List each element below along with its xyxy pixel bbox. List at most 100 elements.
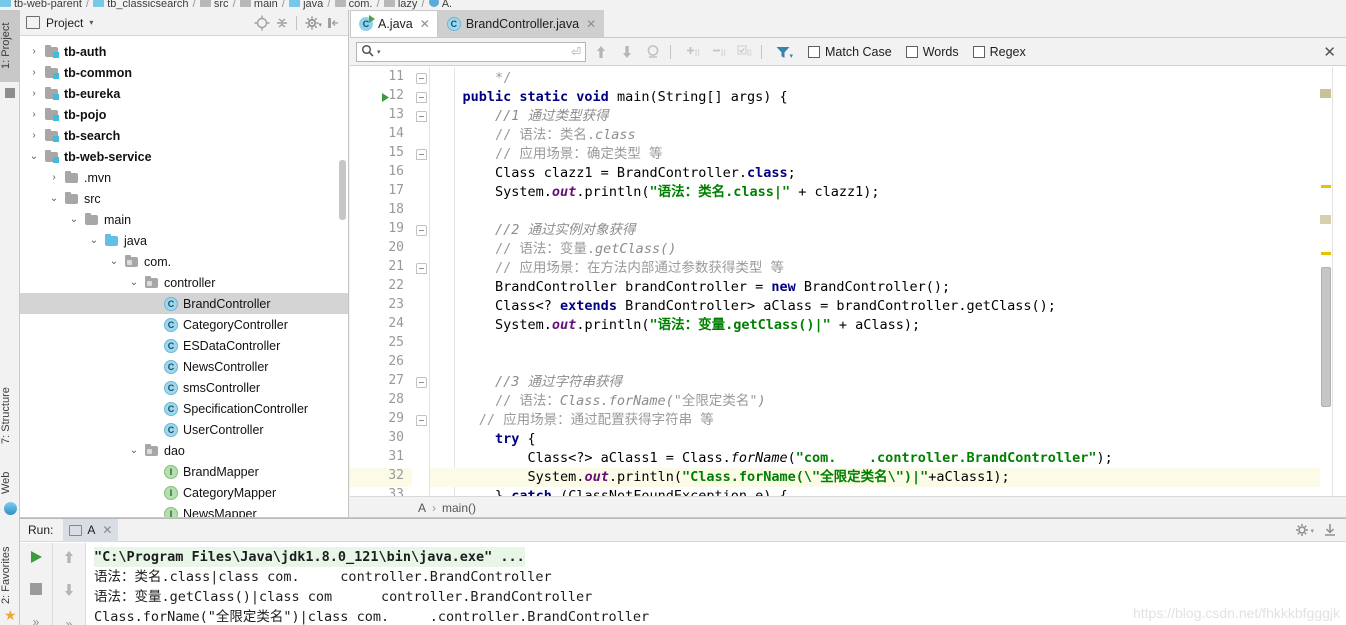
breadcrumb-item[interactable]: tb-web-parent [14,0,82,10]
collapse-all-icon[interactable] [273,14,291,32]
fold-marker[interactable] [416,225,427,236]
fold-marker[interactable] [416,377,427,388]
breadcrumb-item[interactable]: lazy [398,0,418,10]
search-history-chevron-icon[interactable]: ▾ [377,48,381,56]
close-tab-icon[interactable]: ✕ [586,17,596,31]
editor-vertical-scrollbar[interactable] [1321,267,1331,407]
filter-icon[interactable]: ▾ [772,42,794,62]
locate-icon[interactable] [253,14,271,32]
words-option[interactable]: Words [905,45,959,59]
source-code[interactable]: */ public static void main(String[] args… [430,67,1346,496]
chevron-right-icon[interactable]: › [44,172,64,183]
tree-item-com-[interactable]: ⌄ com. [20,251,348,272]
breadcrumb-class[interactable]: A [418,501,426,515]
chevron-down-icon[interactable]: ⌄ [24,151,44,162]
project-tree-scrollbar[interactable] [339,160,346,220]
select-all-icon[interactable] [733,42,755,62]
tree-item-specificationcontroller[interactable]: C SpecificationController [20,398,348,419]
fold-marker[interactable] [416,73,427,84]
match-case-checkbox[interactable] [808,45,820,58]
run-gutter-icon[interactable] [380,92,392,104]
tree-item-smscontroller[interactable]: CsmsController [20,377,348,398]
find-next-icon[interactable] [616,42,638,62]
tree-item-tb-common[interactable]: › tb-common [20,62,348,83]
tree-item-tb-web-service[interactable]: ⌄ tb-web-service [20,146,348,167]
stop-icon[interactable] [29,582,43,599]
search-input[interactable] [383,44,571,59]
breadcrumb-item[interactable]: A. [442,0,452,10]
toolwindow-button-project[interactable]: 1: Project [0,10,20,82]
hide-panel-icon[interactable] [324,14,342,32]
editor-tab-brandcontroller-java[interactable]: C BrandController.java ✕ [437,10,605,37]
chevron-down-icon[interactable]: ⌄ [64,214,84,225]
tree-item-usercontroller[interactable]: C UserController [20,419,348,440]
tree-item-newsmapper[interactable]: I NewsMapper [20,503,348,518]
chevron-down-icon[interactable]: ⌄ [84,235,104,246]
breadcrumb-item[interactable]: tb_classicsearch [107,0,188,10]
regex-option[interactable]: Regex [972,45,1026,59]
close-find-icon[interactable]: ✕ [1323,43,1340,61]
error-stripe-mark[interactable] [1321,185,1331,188]
project-tree[interactable]: › tb-auth › tb-common › tb-eureka › tb-pojo › tb-… [20,37,348,518]
tree-item-brandcontroller[interactable]: C BrandController [20,293,348,314]
error-stripe-mark[interactable] [1321,252,1331,255]
tree-item-newscontroller[interactable]: C NewsController [20,356,348,377]
tree-item-esdatacontroller[interactable]: C ESDataController [20,335,348,356]
match-case-option[interactable]: Match Case [808,45,892,59]
chevron-down-icon[interactable]: ⌄ [44,193,64,204]
tree-item-categorymapper[interactable]: I CategoryMapper [20,482,348,503]
fold-gutter[interactable] [412,67,430,496]
line-number-gutter[interactable]: 11 12 13 14 15 16 17 18 19 20 21 22 23 24 25 26 27 28 29 30… [350,67,412,496]
rerun-icon[interactable] [28,549,44,568]
search-input-box[interactable]: ▾ ⏎ [356,41,586,62]
chevron-down-icon[interactable]: ▾ [89,18,93,27]
chevron-down-icon[interactable]: ⌄ [104,256,124,267]
expand-navigation-icon[interactable]: » [66,617,73,625]
tree-item-src[interactable]: ⌄ src [20,188,348,209]
toolwindow-button-structure[interactable]: 7: Structure [0,372,20,460]
regex-checkbox[interactable] [972,45,985,58]
chevron-right-icon[interactable]: › [24,67,44,78]
toolwindow-button-web[interactable]: Web [0,465,20,501]
fold-marker[interactable] [416,149,427,160]
tree-item-brandmapper[interactable]: I BrandMapper [20,461,348,482]
error-stripe[interactable] [1320,67,1332,496]
select-all-occurrences-icon[interactable] [642,42,664,62]
words-checkbox[interactable] [905,45,918,58]
tree-item-java[interactable]: ⌄ java [20,230,348,251]
error-stripe-mark[interactable] [1320,215,1331,224]
chevron-right-icon[interactable]: › [24,46,44,57]
fold-marker[interactable] [416,92,427,103]
tree-item-controller[interactable]: ⌄ controller [20,272,348,293]
breadcrumb-item[interactable]: src [214,0,229,10]
tree-item-tb-eureka[interactable]: › tb-eureka [20,83,348,104]
close-tab-icon[interactable]: ✕ [420,17,430,31]
down-arrow-icon[interactable] [62,582,76,601]
chevron-down-icon[interactable]: ⌄ [124,445,144,456]
tree-item-tb-search[interactable]: › tb-search [20,125,348,146]
chevron-right-icon[interactable]: › [24,88,44,99]
tree-item-dao[interactable]: ⌄ dao [20,440,348,461]
remove-occurrence-icon[interactable] [707,42,729,62]
find-previous-icon[interactable] [590,42,612,62]
chevron-right-icon[interactable]: › [24,130,44,141]
editor-breadcrumb[interactable]: A › main() [350,496,1346,518]
fold-marker[interactable] [416,263,427,274]
editor-tab-a-java[interactable]: C A.java ✕ [350,10,438,37]
fold-marker[interactable] [416,415,427,426]
tree-item-main[interactable]: ⌄ main [20,209,348,230]
tree-item-tb-auth[interactable]: › tb-auth [20,41,348,62]
up-arrow-icon[interactable] [62,549,76,568]
settings-gear-icon[interactable]: ▾ [304,14,322,32]
run-configuration-tab[interactable]: A ✕ [63,518,119,542]
fold-marker[interactable] [416,111,427,122]
tree-item--mvn[interactable]: › .mvn [20,167,348,188]
close-run-tab-icon[interactable]: ✕ [102,523,112,537]
run-settings-gear-icon[interactable]: ▾ [1294,521,1314,539]
breadcrumb-item[interactable]: com. [349,0,373,10]
expand-actions-icon[interactable]: » [33,615,40,625]
breadcrumb-item[interactable]: java [303,0,323,10]
breadcrumb-method[interactable]: main() [442,501,476,515]
export-icon[interactable] [1320,521,1340,539]
code-editor[interactable]: 11 12 13 14 15 16 17 18 19 20 21 22 23 24 25 26 27 28 29 30… [350,67,1346,496]
